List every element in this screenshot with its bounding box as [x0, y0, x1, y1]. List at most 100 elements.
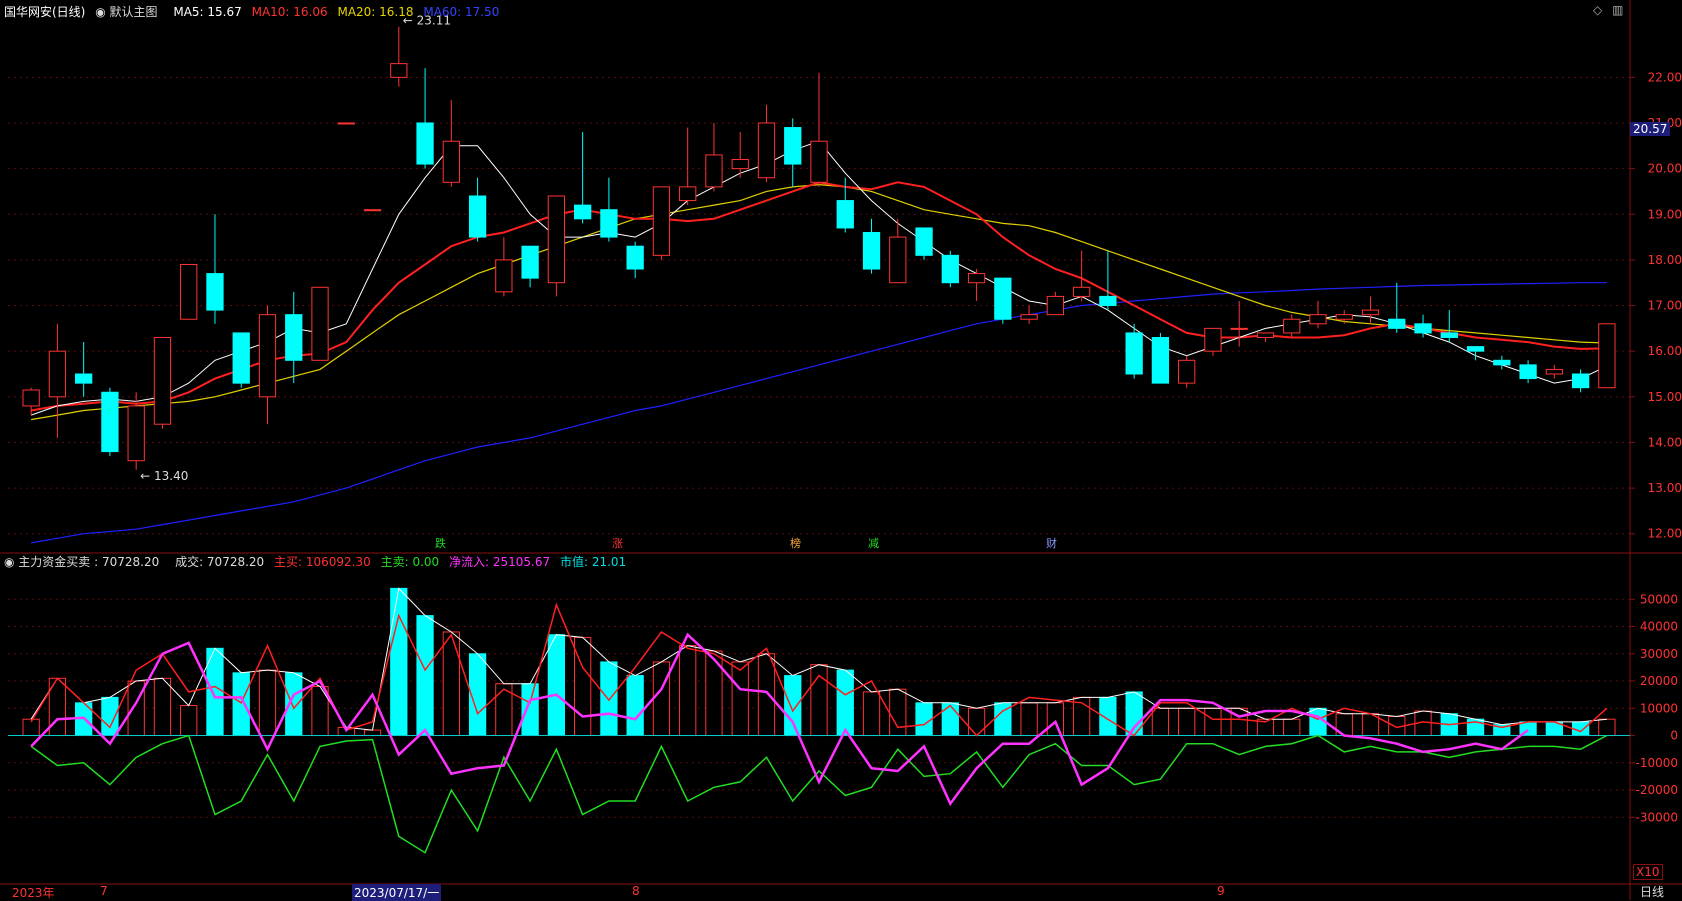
- flow-bar: [1283, 718, 1301, 737]
- template-label: 默认主图: [109, 5, 158, 19]
- candle-body: [101, 391, 119, 453]
- flow-bar: [1204, 707, 1222, 737]
- flow-bar: [941, 702, 959, 737]
- candle-body: [1493, 359, 1511, 366]
- candle-body: [363, 209, 382, 212]
- price-axis: 22.0021.0020.0019.0018.0017.0016.0015.00…: [1630, 70, 1682, 824]
- flow-bar: [652, 661, 671, 737]
- candle-body: [311, 286, 329, 361]
- flow-bar: [705, 650, 723, 737]
- candle-body: [127, 405, 145, 462]
- candle-body: [810, 140, 828, 183]
- candle-body: [337, 122, 355, 125]
- window-controls: ◇ ▥: [1593, 3, 1629, 17]
- flow-bar: [889, 688, 907, 737]
- price-tick-label: 20.00: [1648, 162, 1682, 176]
- panel-toggle-icon[interactable]: ▥: [1612, 3, 1623, 17]
- price-tick-label: 13.00: [1648, 481, 1682, 495]
- price-tick-label: 15.00: [1648, 390, 1682, 404]
- candle-body: [547, 195, 566, 284]
- candle-body: [1125, 332, 1143, 375]
- candle-body: [1283, 318, 1301, 334]
- candle-body: [731, 158, 749, 170]
- flow-tick-label: 10000: [1640, 701, 1678, 715]
- candle-body: [1099, 295, 1117, 307]
- flow-bar: [258, 669, 277, 737]
- candle-body: [1178, 359, 1196, 384]
- grid-lines: [0, 0, 1682, 900]
- candle-body: [1151, 336, 1170, 384]
- flow-bar: [915, 702, 933, 737]
- event-marker[interactable]: 跌: [435, 535, 446, 551]
- candle-body: [1309, 314, 1327, 325]
- ma20-label: MA20: 16.18: [337, 5, 414, 19]
- flow-bar: [1151, 707, 1170, 737]
- volume-label: 成交: 70728.20: [175, 555, 265, 569]
- candle-body: [1519, 364, 1537, 380]
- candle-body: [495, 259, 513, 293]
- flow-bar: [836, 669, 854, 737]
- candle-body: [1571, 373, 1590, 389]
- annotations: ← 23.11← 13.40: [140, 14, 451, 483]
- stock-title[interactable]: 国华网安(日线): [4, 5, 85, 19]
- candle-body: [180, 263, 198, 320]
- x10-label[interactable]: X10: [1633, 864, 1663, 880]
- candle-body: [705, 154, 723, 188]
- candle-body: [1598, 323, 1616, 389]
- flow-bar: [757, 653, 776, 737]
- flow-tick-label: 40000: [1640, 620, 1678, 634]
- net-label: 净流入: 25105.67: [449, 555, 551, 569]
- flow-bar: [600, 661, 618, 737]
- diamond-icon[interactable]: ◇: [1593, 3, 1602, 17]
- flow-bar: [153, 677, 172, 737]
- candle-body: [1388, 318, 1406, 329]
- flow-tick-label: -30000: [1635, 810, 1678, 824]
- flow-bar: [232, 672, 250, 737]
- price-tick-label: 14.00: [1648, 435, 1682, 449]
- candle-body: [75, 373, 93, 384]
- flow-bar: [363, 729, 382, 737]
- flow-tick-label: 0: [1670, 729, 1678, 743]
- candle-body: [416, 122, 434, 165]
- candle-body: [1361, 309, 1380, 316]
- flow-bar: [1046, 702, 1065, 737]
- candle-body: [468, 195, 487, 238]
- main-header: 国华网安(日线) ◉ 默认主图 MA5: 15.67 MA10: 16.06 M…: [4, 3, 505, 20]
- candle-body: [1466, 346, 1485, 352]
- flow-bar: [416, 615, 434, 737]
- candle-body: [22, 389, 40, 407]
- indicator-name[interactable]: ◉ 主力资金买卖 : 70728.20: [4, 555, 165, 569]
- date-label: 9: [1217, 884, 1225, 898]
- date-label: 2023年: [12, 886, 55, 900]
- candle-body: [915, 227, 933, 256]
- candle-body: [1204, 327, 1222, 352]
- flow-bar: [127, 680, 145, 737]
- candle-body: [1046, 295, 1065, 316]
- candle-body: [1256, 332, 1275, 338]
- candle-body: [1072, 286, 1091, 297]
- template-select[interactable]: ◉ 默认主图: [95, 5, 163, 19]
- event-marker[interactable]: 涨: [612, 535, 623, 551]
- flow-tick-label: 50000: [1640, 592, 1678, 606]
- candle-body: [784, 127, 802, 165]
- flow-bar: [626, 675, 644, 737]
- period-label[interactable]: 日线: [1640, 883, 1664, 900]
- price-tick-label: 18.00: [1648, 253, 1682, 267]
- candle-body: [48, 350, 67, 398]
- candle-body: [258, 314, 277, 398]
- candle-body: [626, 245, 644, 270]
- event-marker[interactable]: 财: [1046, 535, 1057, 551]
- candle-body: [757, 122, 776, 179]
- candle-body: [994, 277, 1012, 320]
- sub-header: ◉ 主力资金买卖 : 70728.20 成交: 70728.20 主买: 106…: [4, 553, 632, 570]
- candlestick-series: [22, 26, 1616, 470]
- flow-tick-label: 20000: [1640, 674, 1678, 688]
- event-marker[interactable]: 减: [868, 535, 879, 551]
- candle-body: [442, 140, 460, 183]
- candle-body: [862, 232, 881, 270]
- candle-body: [1335, 314, 1353, 320]
- date-label: 2023/07/17/一: [352, 884, 442, 901]
- flow-bar: [731, 661, 749, 737]
- ma10-label: MA10: 16.06: [251, 5, 328, 19]
- event-marker[interactable]: 榜: [790, 535, 801, 551]
